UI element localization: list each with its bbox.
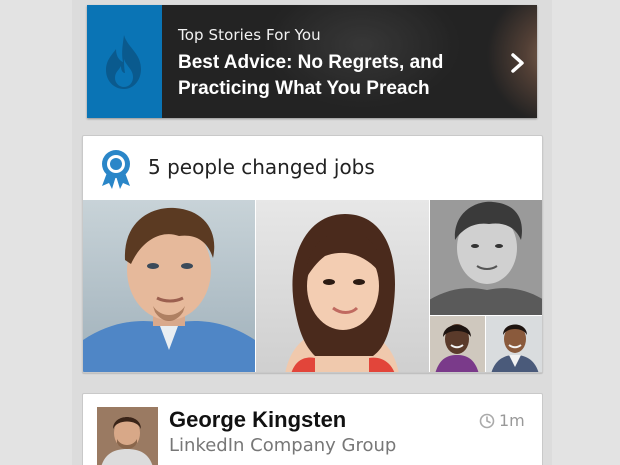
update-timestamp: 1m xyxy=(479,411,525,430)
connection-photo[interactable] xyxy=(485,315,542,372)
top-stories-card[interactable]: Top Stories For You Best Advice: No Regr… xyxy=(87,5,537,118)
flame-icon xyxy=(106,35,141,89)
connection-photo[interactable] xyxy=(83,200,255,372)
connection-photo[interactable] xyxy=(429,315,485,372)
clock-icon xyxy=(479,413,495,428)
chevron-right-icon[interactable] xyxy=(510,52,526,74)
pulse-logo-tile xyxy=(87,5,162,118)
award-ribbon-icon xyxy=(102,150,130,189)
update-author-group: LinkedIn Company Group xyxy=(169,435,397,456)
top-stories-kicker: Top Stories For You xyxy=(178,26,321,44)
network-update-card[interactable]: George Kingsten LinkedIn Company Group 1… xyxy=(82,393,543,465)
job-changes-title: 5 people changed jobs xyxy=(148,155,375,179)
update-author-name[interactable]: George Kingsten xyxy=(169,407,346,433)
top-story-headline[interactable]: Best Advice: No Regrets, and Practicing … xyxy=(178,50,478,102)
connection-photo[interactable] xyxy=(255,200,429,372)
update-time-text: 1m xyxy=(499,411,525,430)
job-changes-card[interactable]: 5 people changed jobs xyxy=(82,135,543,373)
connection-photo[interactable] xyxy=(429,200,542,315)
avatar[interactable] xyxy=(97,407,158,465)
